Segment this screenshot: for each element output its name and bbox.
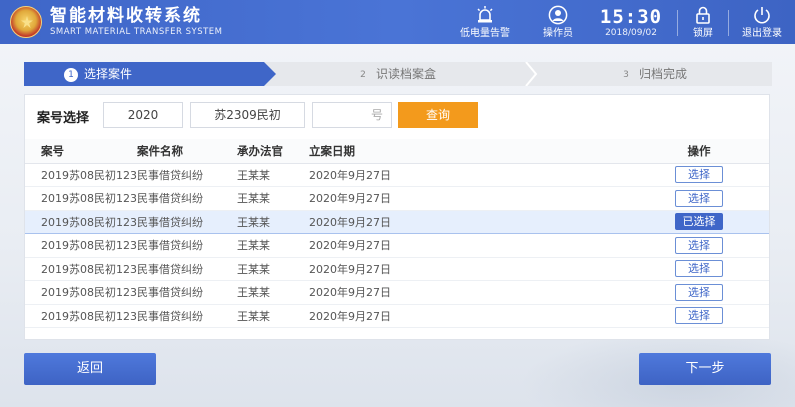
lock-label: 锁屏: [693, 28, 713, 39]
cell-date: 2020年9月27日: [309, 257, 509, 281]
table-row[interactable]: 2019苏08民初123 民事借贷纠纷 王某某 2020年9月27日 选择: [25, 280, 769, 305]
cell-date: 2020年9月27日: [309, 209, 509, 234]
header-divider: [677, 10, 678, 36]
step-label: 归档完成: [639, 67, 688, 81]
cell-judge: 王某某: [237, 186, 309, 211]
query-button[interactable]: 查询: [398, 102, 478, 128]
cell-judge: 王某某: [237, 257, 309, 281]
cell-date: 2020年9月27日: [309, 233, 509, 258]
selected-button[interactable]: 已选择: [675, 213, 723, 231]
clock: 15:30 2018/09/02: [596, 6, 666, 39]
cell-case-no: 2019苏08民初123: [25, 280, 137, 305]
clock-date: 2018/09/02: [605, 28, 657, 38]
step-number: 3: [623, 70, 629, 80]
select-button[interactable]: 选择: [675, 189, 723, 207]
cell-case-name: 民事借贷纠纷: [137, 304, 237, 328]
logout-label: 退出登录: [742, 28, 782, 39]
step-number: 2: [360, 70, 366, 80]
table-row[interactable]: 2019苏08民初123 民事借贷纠纷 王某某 2020年9月27日 选择: [25, 304, 769, 328]
select-button[interactable]: 选择: [675, 236, 723, 254]
cell-case-name: 民事借贷纠纷: [137, 209, 237, 234]
app-title: 智能材料收转系统: [50, 6, 202, 26]
app-subtitle: SMART MATERIAL TRANSFER SYSTEM: [50, 27, 223, 37]
next-step-button[interactable]: 下一步: [639, 353, 771, 385]
col-filing-date: 立案日期: [309, 139, 509, 164]
step-label: 选择案件: [84, 67, 133, 81]
case-prefix-input[interactable]: 苏2309民初: [190, 102, 305, 128]
col-judge: 承办法官: [237, 139, 309, 164]
table-row[interactable]: 2019苏08民初123 民事借贷纠纷 王某某 2020年9月27日 选择: [25, 186, 769, 211]
select-button[interactable]: 选择: [675, 260, 723, 278]
cell-judge: 王某某: [237, 163, 309, 187]
lock-icon: [696, 6, 710, 24]
cell-case-no: 2019苏08民初123: [25, 304, 137, 328]
step-label: 识读档案盒: [376, 67, 437, 81]
cell-case-name: 民事借贷纠纷: [137, 186, 237, 211]
step-divider-icon: [525, 62, 538, 86]
cell-judge: 王某某: [237, 280, 309, 305]
lock-screen-button[interactable]: 锁屏: [686, 5, 720, 40]
step-progress: 1 选择案件 2 识读档案盒 3 归档完成: [24, 62, 772, 86]
select-button[interactable]: 选择: [675, 283, 723, 301]
power-icon: [754, 7, 770, 24]
table-row[interactable]: 2019苏08民初123 民事借贷纠纷 王某某 2020年9月27日 选择: [25, 163, 769, 187]
table-row[interactable]: 2019苏08民初123 民事借贷纠纷 王某某 2020年9月27日 选择: [25, 257, 769, 281]
cell-case-no: 2019苏08民初123: [25, 186, 137, 211]
cell-date: 2020年9月27日: [309, 280, 509, 305]
user-icon: [548, 5, 568, 25]
case-number-input[interactable]: 号: [312, 102, 392, 128]
col-action: 操作: [509, 139, 769, 164]
operator-label: 操作员: [543, 28, 573, 39]
case-table: 案号 案件名称 承办法官 立案日期 操作 2019苏08民初123 民事借贷纠纷…: [25, 139, 769, 328]
step-select-case: 1 选择案件: [24, 62, 276, 86]
cell-date: 2020年9月27日: [309, 163, 509, 187]
cell-judge: 王某某: [237, 233, 309, 258]
table-header-row: 案号 案件名称 承办法官 立案日期 操作: [25, 139, 769, 164]
cell-case-no: 2019苏08民初123: [25, 163, 137, 187]
step-archive-complete: 3 归档完成: [619, 62, 687, 86]
col-case-no: 案号: [25, 139, 137, 164]
cell-date: 2020年9月27日: [309, 304, 509, 328]
step-number: 1: [64, 68, 78, 82]
cell-case-name: 民事借贷纠纷: [137, 233, 237, 258]
table-row[interactable]: 2019苏08民初123 民事借贷纠纷 王某某 2020年9月27日 选择: [25, 233, 769, 258]
header-divider: [728, 10, 729, 36]
cell-judge: 王某某: [237, 209, 309, 234]
low-battery-label: 低电量告警: [460, 28, 510, 39]
clock-time: 15:30: [599, 6, 663, 28]
col-case-name: 案件名称: [137, 139, 237, 164]
table-row-selected[interactable]: 2019苏08民初123 民事借贷纠纷 王某某 2020年9月27日 已选择: [25, 209, 769, 234]
cell-judge: 王某某: [237, 304, 309, 328]
cell-case-no: 2019苏08民初123: [25, 233, 137, 258]
cell-case-name: 民事借贷纠纷: [137, 257, 237, 281]
select-button[interactable]: 选择: [675, 307, 723, 325]
case-panel: 案号选择 2020 苏2309民初 号 查询 案号 案件名称 承办法官 立案日期…: [24, 94, 770, 340]
low-battery-alert[interactable]: 低电量告警: [455, 5, 515, 40]
cell-case-name: 民事借贷纠纷: [137, 163, 237, 187]
court-emblem-icon: [10, 6, 42, 38]
cell-case-name: 民事借贷纠纷: [137, 280, 237, 305]
cell-date: 2020年9月27日: [309, 186, 509, 211]
logout-button[interactable]: 退出登录: [734, 5, 790, 40]
search-label: 案号选择: [37, 111, 90, 126]
back-button[interactable]: 返回: [24, 353, 156, 385]
year-input[interactable]: 2020: [103, 102, 183, 128]
cell-case-no: 2019苏08民初123: [25, 209, 137, 234]
operator-button[interactable]: 操作员: [536, 5, 580, 40]
alarm-light-icon: [477, 6, 493, 23]
cell-case-no: 2019苏08民初123: [25, 257, 137, 281]
step-read-box: 2 识读档案盒: [356, 62, 436, 86]
select-button[interactable]: 选择: [675, 166, 723, 184]
app-header: 智能材料收转系统 SMART MATERIAL TRANSFER SYSTEM …: [0, 0, 795, 44]
search-row: 案号选择 2020 苏2309民初 号 查询: [25, 95, 769, 135]
